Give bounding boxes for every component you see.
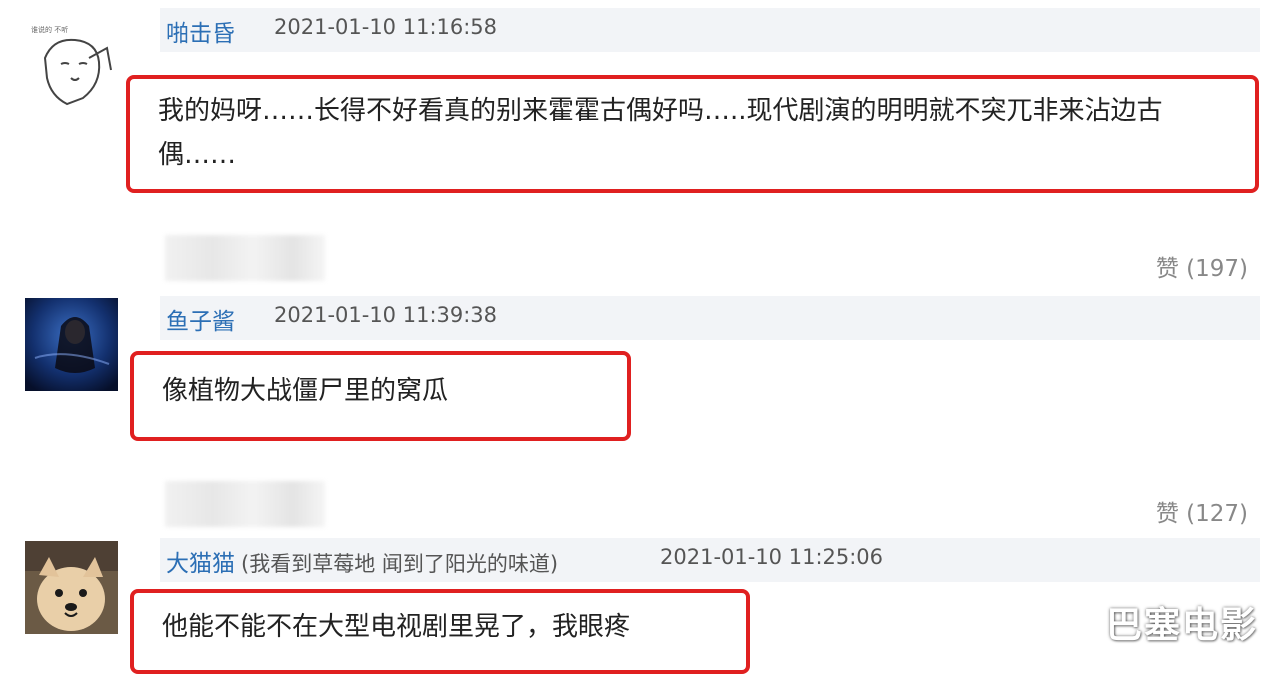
comment-text: 像植物大战僵尸里的窝瓜	[162, 376, 449, 406]
comment-header: 啪击昏 2021-01-10 11:16:58	[160, 8, 1260, 52]
comment-text: 我的妈呀……长得不好看真的别来霍霍古偶好吗…..现代剧演的明明就不突兀非来沾边古…	[158, 89, 1163, 177]
username-link[interactable]: 大猫猫 (我看到草莓地 闻到了阳光的味道)	[166, 544, 558, 578]
comment-text: 他能不能不在大型电视剧里晃了，我眼疼	[162, 612, 631, 642]
comment-text-line: 我的妈呀……长得不好看真的别来霍霍古偶好吗…..现代剧演的明明就不突兀非来沾边古	[158, 96, 1163, 126]
like-button[interactable]: 赞 (127)	[1156, 494, 1248, 528]
comment-timestamp: 2021-01-10 11:25:06	[660, 545, 884, 569]
comment-body-highlighted: 像植物大战僵尸里的窝瓜	[130, 351, 631, 441]
username-link[interactable]: 鱼子酱	[166, 302, 235, 336]
comment-timestamp: 2021-01-10 11:39:38	[274, 303, 498, 327]
comment-header: 鱼子酱 2021-01-10 11:39:38	[160, 296, 1260, 340]
comment-timestamp: 2021-01-10 11:16:58	[274, 15, 498, 39]
like-button[interactable]: 赞 (197)	[1156, 249, 1248, 283]
avatar-dog-photo[interactable]	[25, 541, 118, 634]
avatar-photo[interactable]	[25, 298, 118, 391]
comment-header: 大猫猫 (我看到草莓地 闻到了阳光的味道) 2021-01-10 11:25:06	[160, 538, 1260, 582]
user-note: (我看到草莓地 闻到了阳光的味道)	[241, 552, 559, 576]
comment-body-highlighted: 我的妈呀……长得不好看真的别来霍霍古偶好吗…..现代剧演的明明就不突兀非来沾边古…	[126, 75, 1259, 193]
avatar-sketch[interactable]: 谁说的 不听	[25, 18, 118, 111]
comment-body-highlighted: 他能不能不在大型电视剧里晃了，我眼疼	[130, 589, 750, 674]
svg-text:谁说的 不听: 谁说的 不听	[31, 25, 68, 34]
blurred-content	[165, 481, 325, 527]
username-link[interactable]: 啪击昏	[166, 14, 235, 48]
watermark-text: 巴塞电影	[1105, 605, 1258, 646]
blurred-content	[165, 235, 325, 281]
comment-text-line: 偶……	[158, 140, 237, 170]
username-text[interactable]: 大猫猫	[166, 551, 235, 577]
